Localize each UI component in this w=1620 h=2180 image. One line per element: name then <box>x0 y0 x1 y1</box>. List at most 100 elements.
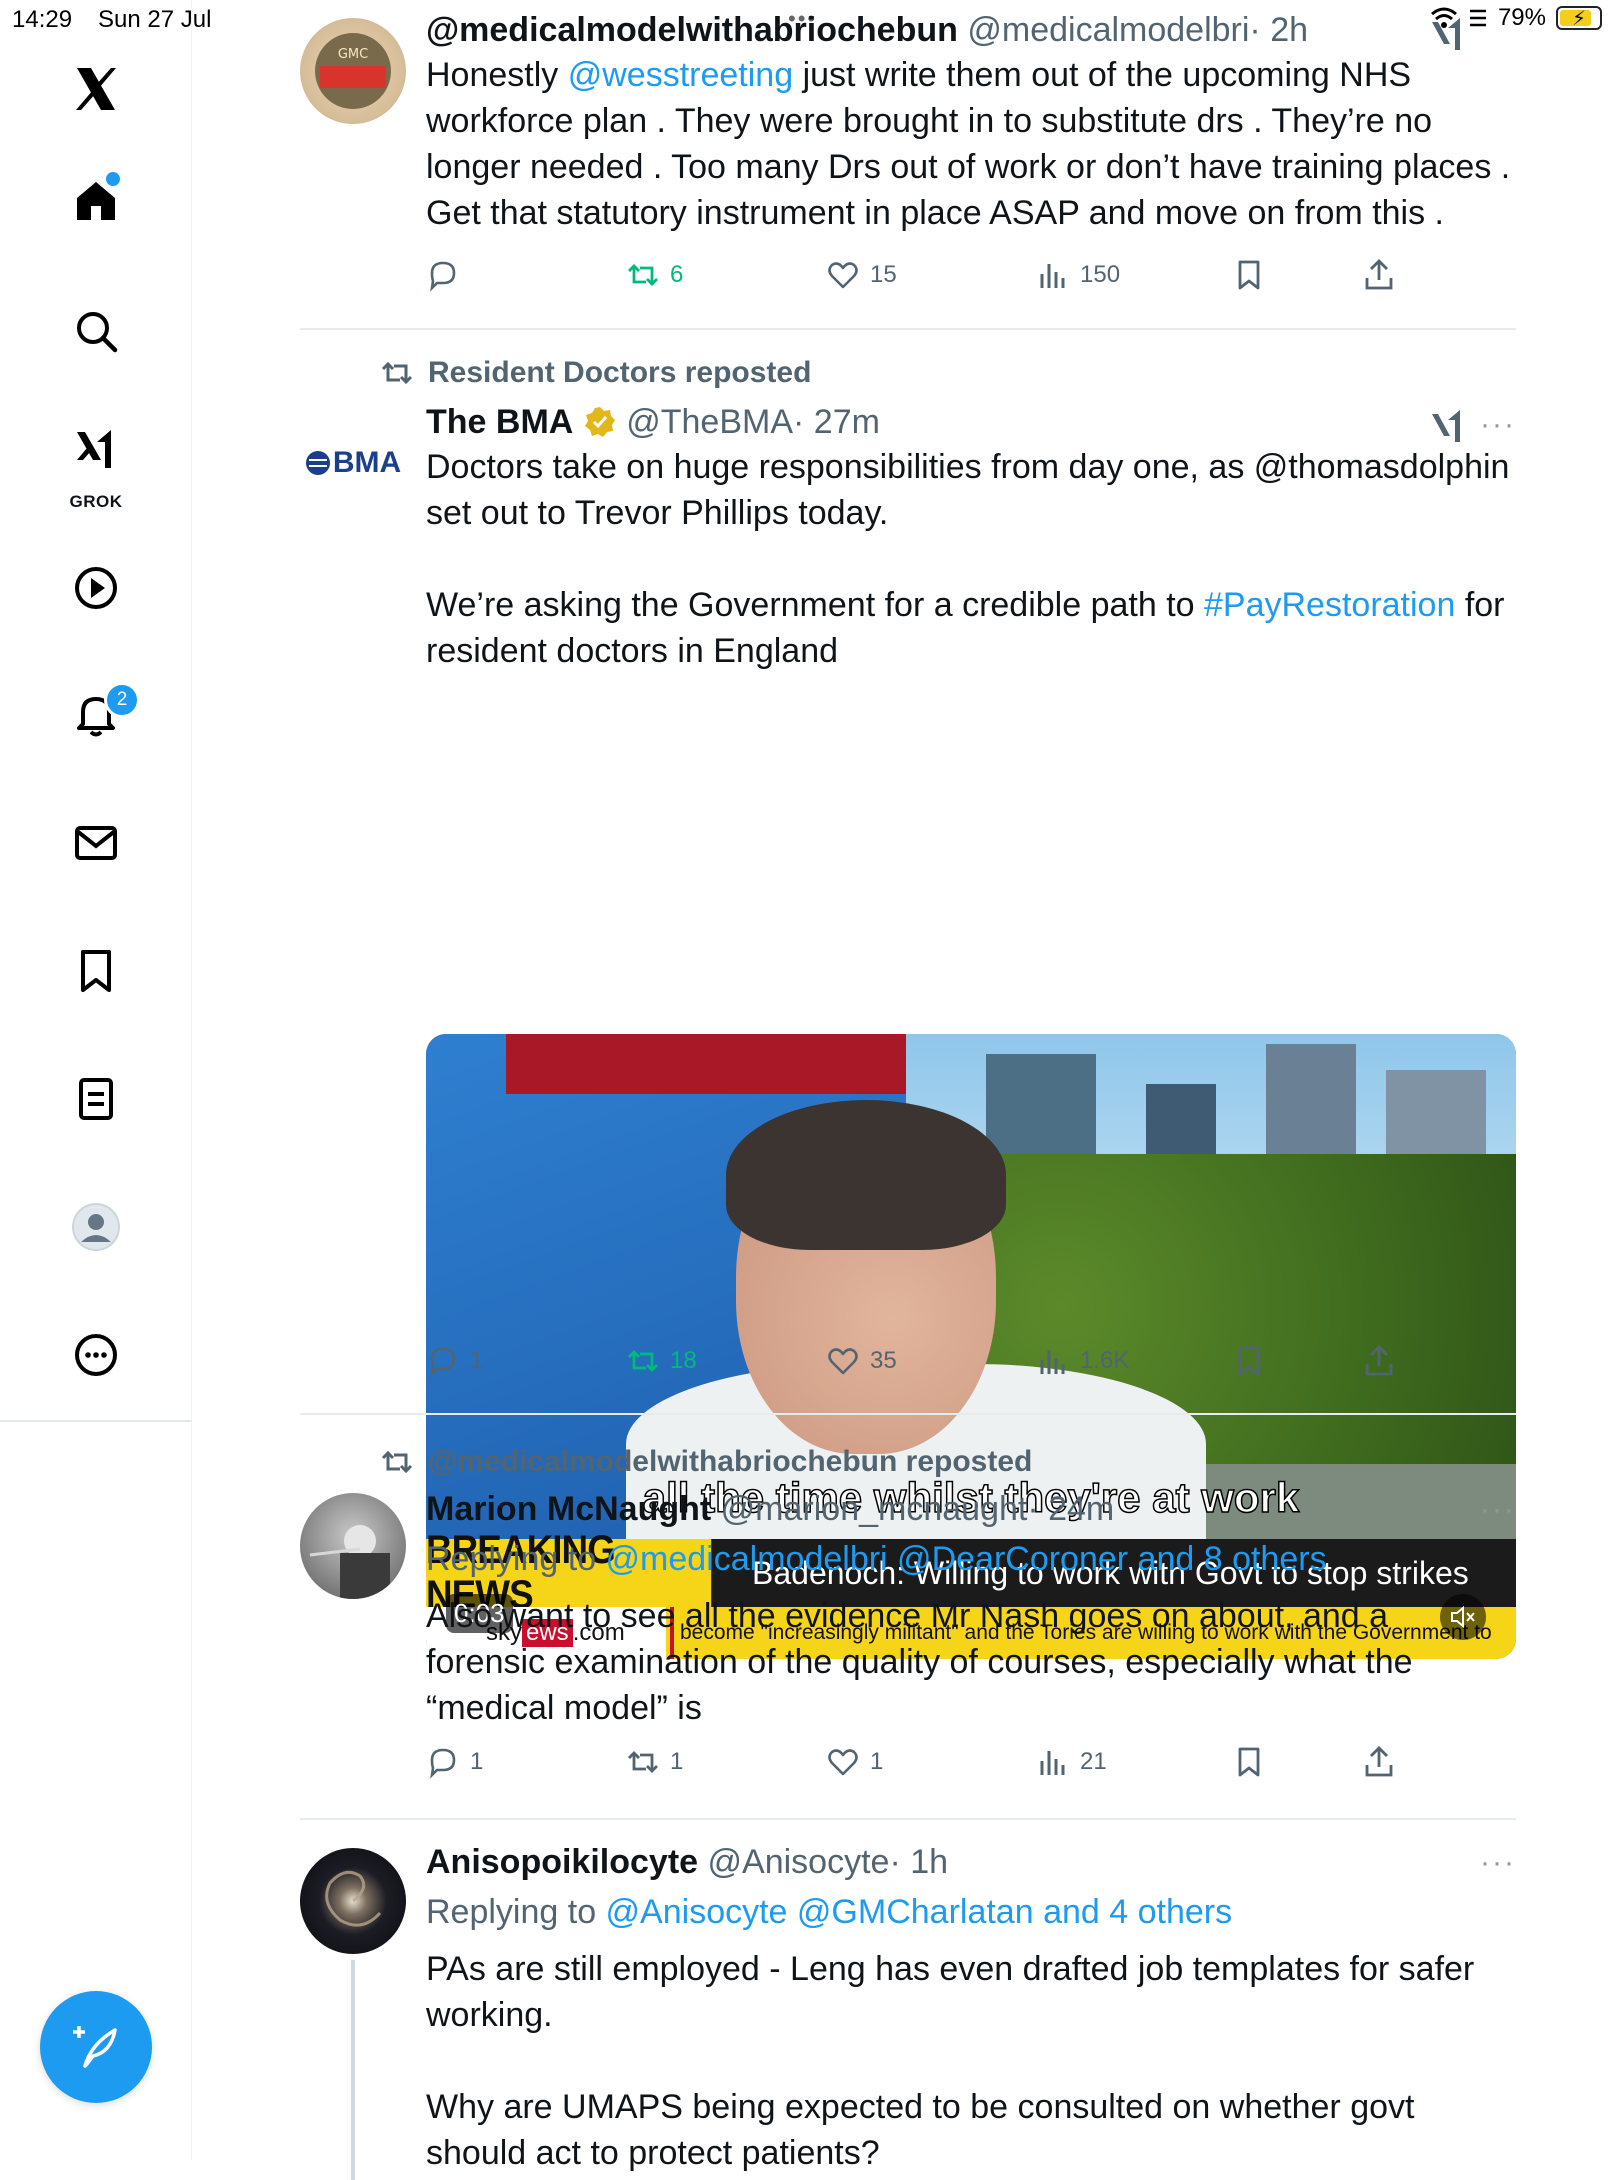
avatar-bma-text: BMA <box>332 446 402 479</box>
repost-small-icon <box>381 1450 413 1474</box>
search-icon[interactable] <box>53 288 139 374</box>
post-divider <box>300 1413 1516 1415</box>
bookmark-icon <box>1238 1346 1260 1376</box>
bookmark-button[interactable] <box>1232 1745 1266 1779</box>
post-text: PAs are still employed - Leng has even d… <box>426 1950 1475 2172</box>
bookmark-button[interactable] <box>1232 1344 1266 1378</box>
repost-count: 1 <box>670 1748 684 1775</box>
views-button[interactable]: 21 <box>1036 1745 1107 1779</box>
mention-link[interactable]: @wesstreeting <box>568 56 793 94</box>
video-person-hair <box>726 1100 1006 1250</box>
svg-text:GMC: GMC <box>338 47 368 62</box>
messages-envelope-icon[interactable] <box>53 800 139 886</box>
grok-icon[interactable]: GROK <box>53 408 139 511</box>
video-play-icon[interactable] <box>53 545 139 631</box>
notification-count-badge: 2 <box>104 682 140 718</box>
verified-gold-badge-icon[interactable] <box>583 405 617 439</box>
share-icon <box>1365 1345 1393 1376</box>
bookmark-icon <box>1238 1747 1260 1777</box>
reply-button[interactable] <box>426 258 470 292</box>
replying-to: Replying to @medicalmodelbri @DearCorone… <box>426 1537 1516 1581</box>
author-avatar[interactable]: BMA <box>300 410 406 516</box>
share-button[interactable] <box>1362 1344 1396 1378</box>
lists-icon[interactable] <box>53 1056 139 1142</box>
author-avatar[interactable] <box>300 1493 406 1599</box>
reply-icon <box>430 261 456 292</box>
like-button[interactable]: 35 <box>826 1344 897 1378</box>
more-menu-icon[interactable]: ··· <box>1480 408 1516 442</box>
repost-count: 6 <box>670 261 684 288</box>
replying-prefix: Replying to <box>426 1893 606 1931</box>
hashtag-link[interactable]: #PayRestoration <box>1204 586 1455 624</box>
x-logo-icon[interactable] <box>53 46 139 132</box>
author-name[interactable]: Anisopoikilocyte <box>426 1843 698 1881</box>
author-handle[interactable]: @Anisocyte <box>708 1843 890 1881</box>
views-button[interactable]: 1.6K <box>1036 1344 1129 1378</box>
grok-explain-icon[interactable] <box>1428 406 1468 446</box>
author-avatar[interactable] <box>300 1848 406 1954</box>
grok-label: GROK <box>69 492 123 511</box>
post-text: Honestly @wesstreeting just write them o… <box>426 52 1516 236</box>
author-handle[interactable]: @marion_mcnaught <box>721 1490 1028 1528</box>
sidebar-nav: GROK 2 <box>0 0 192 2160</box>
repost-icon <box>628 1350 658 1372</box>
like-count: 1 <box>870 1748 884 1775</box>
reply-button[interactable]: 1 <box>426 1745 483 1779</box>
repost-context[interactable]: Resident Doctors reposted <box>380 356 811 390</box>
like-button[interactable]: 15 <box>826 258 897 292</box>
replying-to-links[interactable]: @Anisocyte @GMCharlatan and 4 others <box>606 1893 1233 1931</box>
more-options-icon[interactable] <box>53 1312 139 1398</box>
like-count: 35 <box>870 1347 897 1374</box>
post-divider <box>300 328 1516 330</box>
post-time[interactable]: · 27m <box>793 403 880 441</box>
heart-icon <box>828 262 858 289</box>
post-text-start: Honestly <box>426 56 568 94</box>
repost-context-label: @medicalmodelwithabriochebun reposted <box>428 1445 1033 1478</box>
post-actions: 1 18 35 1.6K <box>426 1344 1516 1388</box>
compose-post-button[interactable] <box>40 1991 152 2103</box>
reply-button[interactable]: 1 <box>426 1344 483 1378</box>
author-avatar[interactable]: GMC <box>300 18 406 124</box>
profile-avatar-icon[interactable] <box>53 1184 139 1270</box>
author-handle[interactable]: @TheBMA <box>626 403 793 441</box>
heart-icon <box>828 1749 858 1776</box>
like-button[interactable]: 1 <box>826 1745 883 1779</box>
post-time[interactable]: · 24m <box>1027 1490 1114 1528</box>
bookmark-button[interactable] <box>1232 258 1266 292</box>
post-time[interactable]: · 2h <box>1249 11 1308 49</box>
home-icon[interactable] <box>53 158 139 244</box>
view-count: 1.6K <box>1080 1347 1130 1374</box>
repost-button[interactable]: 6 <box>626 258 683 292</box>
reply-count: 1 <box>470 1347 484 1374</box>
repost-context-label: Resident Doctors reposted <box>428 356 812 389</box>
author-name[interactable]: Marion McNaught <box>426 1490 711 1528</box>
bookmark-icon <box>1238 260 1260 290</box>
share-button[interactable] <box>1362 1745 1396 1779</box>
views-button[interactable]: 150 <box>1036 258 1120 292</box>
reply-icon <box>430 1347 456 1378</box>
repost-button[interactable]: 18 <box>626 1344 697 1378</box>
bookmarks-icon[interactable] <box>53 928 139 1014</box>
home-unread-dot <box>106 172 120 186</box>
bma-logo-icon: BMA <box>305 446 401 480</box>
repost-context[interactable]: @medicalmodelwithabriochebun reposted <box>380 1445 1032 1479</box>
more-menu-icon[interactable]: ··· <box>1480 1846 1516 1880</box>
author-handle[interactable]: @medicalmodelbri <box>967 11 1249 49</box>
post-text: Also want to see all the evidence Mr Nas… <box>426 1597 1413 1727</box>
share-icon <box>1365 1746 1393 1777</box>
notifications-bell-icon[interactable]: 2 <box>53 672 140 758</box>
repost-small-icon <box>381 361 413 385</box>
grok-explain-icon[interactable] <box>1428 14 1468 54</box>
reply-icon <box>430 1748 456 1779</box>
repost-button[interactable]: 1 <box>626 1745 683 1779</box>
more-menu-icon[interactable]: ··· <box>1480 1493 1516 1527</box>
replying-to-links[interactable]: @medicalmodelbri @DearCoroner and 8 othe… <box>606 1540 1327 1578</box>
share-button[interactable] <box>1362 258 1396 292</box>
view-count: 150 <box>1080 261 1121 288</box>
author-name[interactable]: The BMA <box>426 403 573 441</box>
share-icon <box>1365 259 1393 290</box>
post-time[interactable]: · 1h <box>889 1843 948 1881</box>
author-name[interactable]: @medicalmodelwithabriochebun <box>426 11 958 49</box>
reply-count: 1 <box>470 1748 484 1775</box>
repost-count: 18 <box>670 1347 697 1374</box>
